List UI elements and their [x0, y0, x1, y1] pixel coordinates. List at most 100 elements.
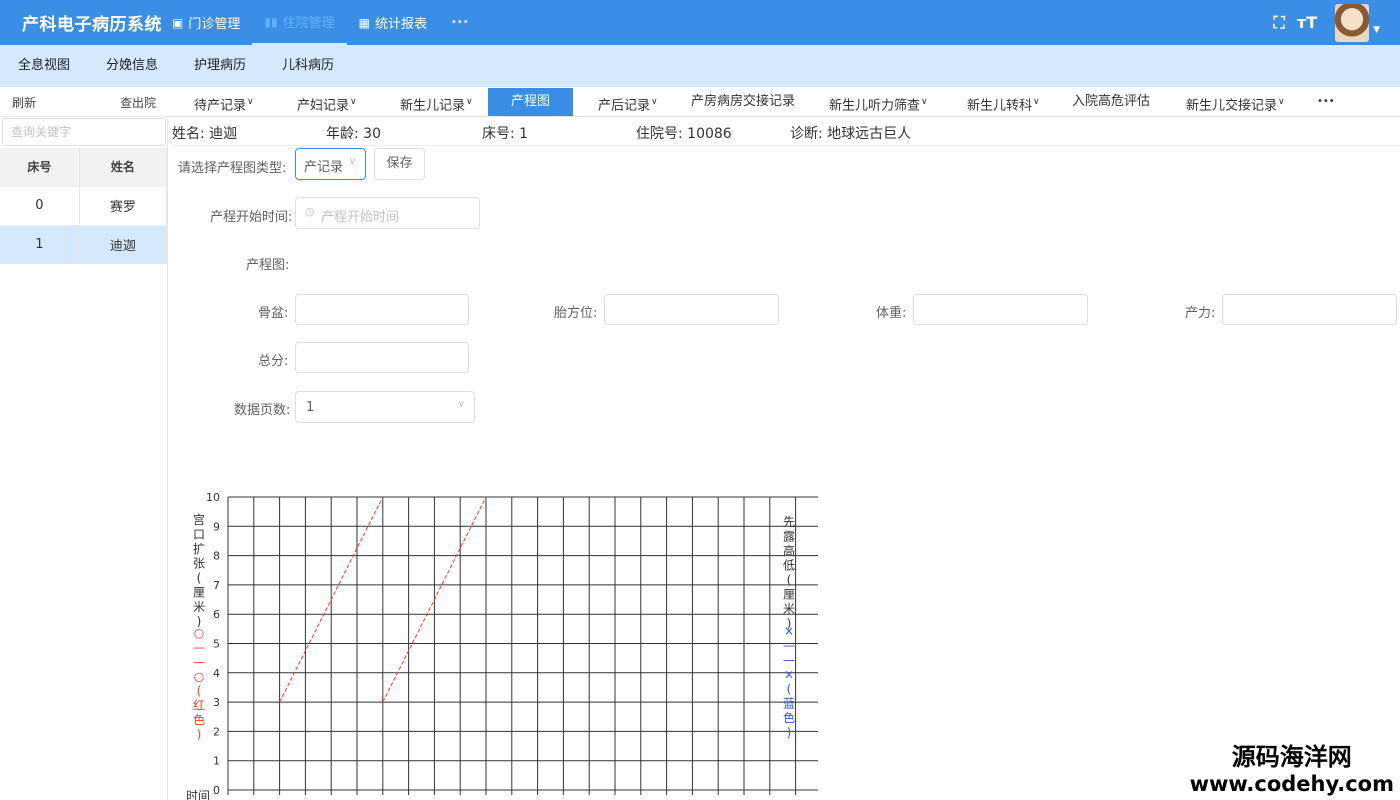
tab-label: 新生儿转科: [967, 98, 1033, 114]
topnav-label: 门诊管理: [188, 17, 241, 32]
tab-label: 产房病房交接记录: [691, 94, 796, 109]
partograph-type-select[interactable]: 产记录 ∨: [295, 148, 366, 180]
search-input[interactable]: [2, 118, 166, 146]
tab-label: 新生儿听力筛查: [829, 98, 921, 114]
partograph-chart: 0 1 2 3 4 5 6 7 8 9 10 时间 宫口扩张(厘米)○ — — ○ (红色) 先露高低(厘米)× —…: [186, 491, 818, 800]
topnav-inpatient[interactable]: ▮▮ 住院管理: [252, 0, 347, 45]
patient-bed: 床号: 1: [482, 126, 529, 142]
fetal-position-input[interactable]: [604, 294, 779, 325]
left-axis-title: 宫口扩张(厘米): [193, 512, 205, 629]
save-button[interactable]: 保存: [374, 148, 425, 180]
tab-newborn-transfer[interactable]: 新生儿转科∨: [967, 88, 1040, 116]
tab-maternal-record[interactable]: 产妇记录∨: [297, 88, 357, 116]
y-tick-label: 6: [213, 608, 220, 621]
total-score-input[interactable]: [295, 342, 469, 373]
watermark-line2: www.codehy.com: [1189, 772, 1394, 796]
chevron-down-icon: ∨: [466, 97, 473, 107]
tab-postpartum-record[interactable]: 产后记录∨: [598, 88, 658, 116]
tab-more[interactable]: •••: [1317, 88, 1335, 116]
tab-label: 产程图: [510, 94, 550, 109]
chevron-down-icon: ∨: [651, 97, 658, 107]
chevron-down-icon: ∨: [1033, 97, 1040, 107]
discharge-query-button[interactable]: 查出院: [120, 94, 156, 111]
more-icon: •••: [1317, 96, 1335, 107]
bed-cell[interactable]: 1: [0, 224, 80, 264]
start-time-picker[interactable]: ◷ 产程开始时间: [295, 197, 480, 229]
table-row-selected[interactable]: 1 迪迦: [0, 224, 168, 264]
chevron-down-icon: ∨: [1278, 97, 1285, 107]
tab-newborn-record[interactable]: 新生儿记录∨: [400, 88, 473, 116]
weight-label: 体重:: [876, 306, 907, 321]
tab-newborn-handover[interactable]: 新生儿交接记录∨: [1186, 88, 1285, 116]
patient-table: 床号 姓名 0 赛罗 1 迪迦: [0, 148, 168, 264]
subnav-pediatric-record[interactable]: 儿科病历: [264, 45, 352, 87]
top-nav: ▣ 门诊管理 ▮▮ 住院管理 ▦ 统计报表 •••: [160, 0, 481, 45]
right-axis-legend: × — — × (蓝色): [783, 624, 795, 740]
data-pages-select[interactable]: 1 ∨: [295, 391, 475, 423]
total-score-label: 总分:: [258, 354, 289, 369]
chevron-down-icon: ∨: [457, 399, 465, 410]
tab-label: 新生儿交接记录: [1186, 98, 1278, 114]
y-tick-label: 9: [213, 520, 220, 533]
partograph-type-value: 产记录: [304, 160, 344, 175]
fullscreen-icon[interactable]: ⛶: [1265, 13, 1293, 33]
subnav-delivery-info[interactable]: 分娩信息: [88, 45, 176, 87]
tab-label: 待产记录: [194, 98, 247, 114]
grid-report-icon: ▦: [358, 15, 370, 30]
data-pages-value: 1: [306, 400, 315, 415]
watermark: 源码海洋网 www.codehy.com: [1190, 742, 1394, 796]
topnav-label: 统计报表: [374, 17, 427, 32]
y-tick-label: 4: [213, 667, 220, 680]
tab-risk-assessment[interactable]: 入院高危评估: [1072, 88, 1150, 116]
avatar[interactable]: [1335, 3, 1370, 42]
refresh-button[interactable]: 刷新: [12, 94, 36, 111]
y-tick-label: 1: [213, 755, 220, 768]
sub-nav: 全息视图 分娩信息 护理病历 儿科病历: [0, 45, 1400, 87]
data-pages-label: 数据页数:: [234, 403, 291, 418]
record-tabs: 刷新 查出院 待产记录∨ 产妇记录∨ 新生儿记录∨ 产程图 产后记录∨ 产房病房…: [0, 87, 1400, 117]
caret-down-icon[interactable]: ▼: [1373, 25, 1380, 35]
subnav-nursing-record[interactable]: 护理病历: [176, 45, 264, 87]
column-header-name[interactable]: 姓名: [79, 148, 168, 186]
tab-hearing-screening[interactable]: 新生儿听力筛查∨: [829, 88, 928, 116]
bed-cell[interactable]: 0: [0, 185, 80, 225]
tab-labor-record[interactable]: 待产记录∨: [194, 88, 254, 116]
x-axis-label: 时间: [186, 789, 210, 800]
table-row[interactable]: 0 赛罗: [0, 185, 168, 225]
y-tick-label: 3: [213, 696, 220, 709]
topnav-more[interactable]: •••: [439, 0, 481, 45]
tab-label: 产后记录: [598, 98, 651, 114]
topnav-reports[interactable]: ▦ 统计报表: [347, 0, 439, 45]
labor-force-label: 产力:: [1185, 306, 1216, 321]
name-cell[interactable]: 赛罗: [79, 185, 168, 225]
tab-partograph[interactable]: 产程图: [488, 88, 573, 116]
font-size-icon[interactable]: тT: [1293, 13, 1321, 32]
tab-label: 产妇记录: [297, 98, 350, 114]
clock-icon: ◷: [305, 205, 315, 218]
weight-input[interactable]: [913, 294, 1088, 325]
start-time-placeholder: 产程开始时间: [321, 210, 400, 225]
column-header-bed[interactable]: 床号: [0, 148, 80, 186]
pelvis-label: 骨盆:: [258, 306, 289, 321]
start-time-label: 产程开始时间:: [210, 210, 293, 225]
y-tick-label: 2: [213, 725, 220, 738]
y-tick-label: 10: [206, 491, 220, 504]
table-header: 床号 姓名: [0, 148, 168, 186]
labor-force-input[interactable]: [1222, 294, 1397, 325]
outpatient-icon: ▣: [172, 15, 184, 30]
subnav-overview[interactable]: 全息视图: [0, 45, 88, 87]
pelvis-input[interactable]: [295, 294, 469, 325]
partograph-label: 产程图:: [246, 258, 290, 273]
y-tick-label: 8: [213, 550, 220, 563]
y-tick-label: 7: [213, 579, 220, 592]
y-tick-label: 0: [213, 784, 220, 797]
chevron-down-icon: ∨: [348, 156, 356, 167]
topbar-actions: ⛶ тT ▼: [1265, 0, 1400, 45]
watermark-line1: 源码海洋网: [1231, 743, 1352, 771]
topnav-label: 住院管理: [282, 16, 335, 31]
tab-label: 入院高危评估: [1072, 94, 1151, 109]
top-bar: 产科电子病历系统 ▣ 门诊管理 ▮▮ 住院管理 ▦ 统计报表 ••• ⛶ тT …: [0, 0, 1400, 45]
tab-ward-handover[interactable]: 产房病房交接记录: [691, 88, 795, 116]
name-cell[interactable]: 迪迦: [79, 224, 168, 264]
topnav-outpatient[interactable]: ▣ 门诊管理: [160, 0, 252, 45]
